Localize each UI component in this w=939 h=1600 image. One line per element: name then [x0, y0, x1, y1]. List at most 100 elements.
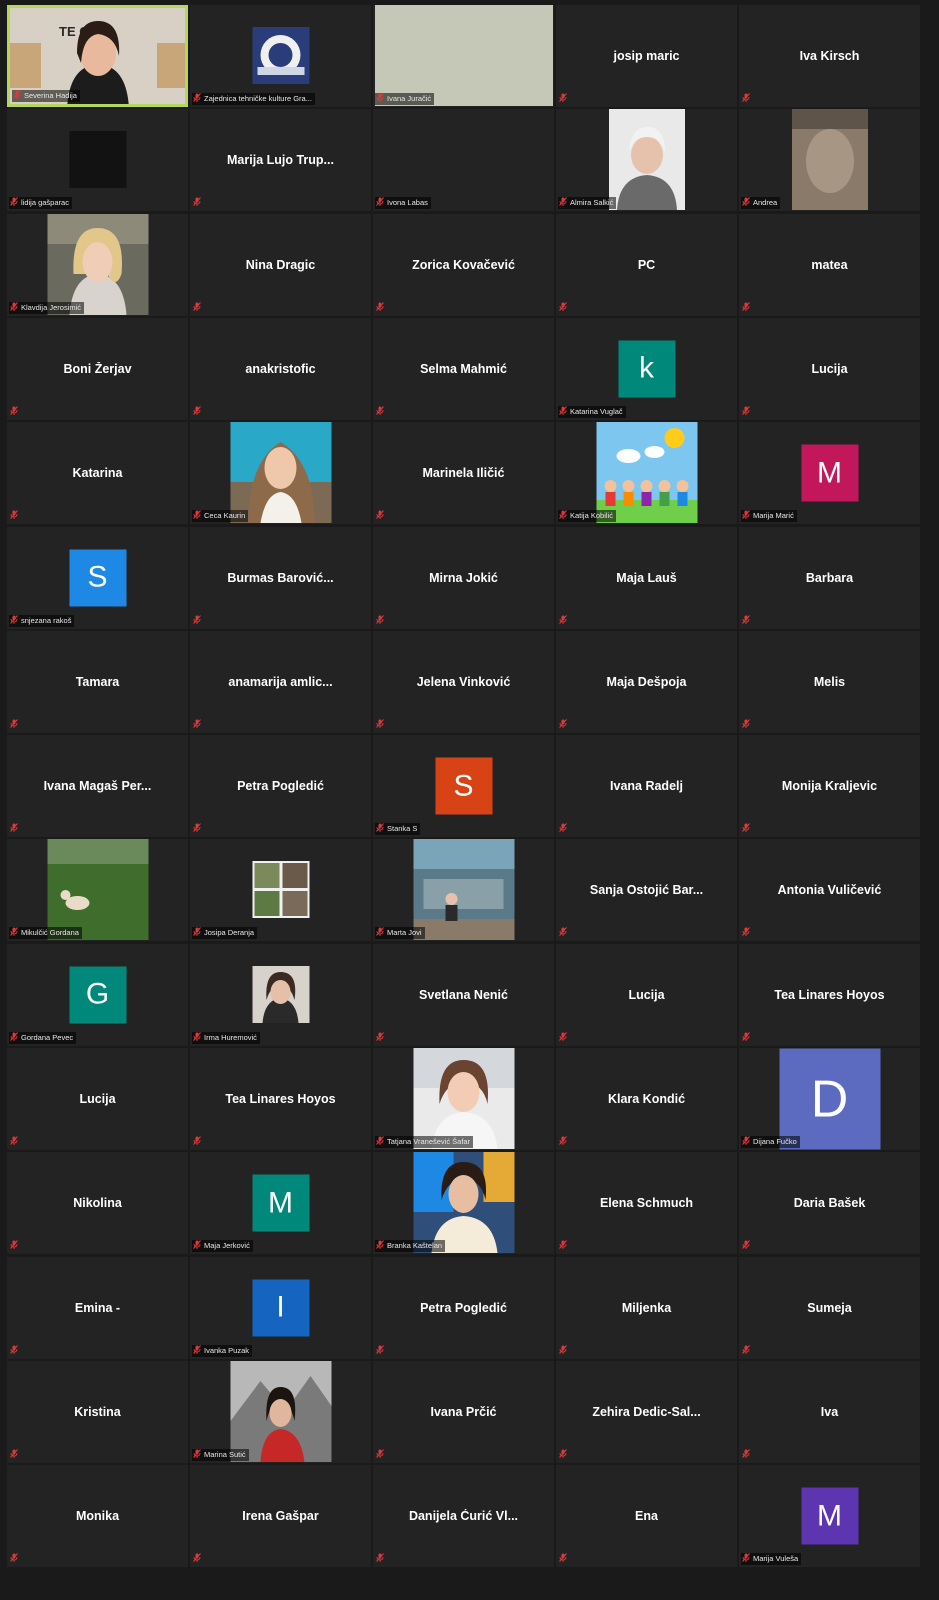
- participant-tile-monika[interactable]: Monika: [7, 1465, 188, 1568]
- name-label: [375, 1344, 387, 1357]
- participant-tile-ivana-juracic[interactable]: Ivana Juračić: [373, 5, 554, 107]
- mic-muted-icon: [10, 406, 18, 418]
- participant-tile-lucija[interactable]: Lucija: [739, 317, 920, 420]
- participant-tile-josipa-deranja[interactable]: Josipa Deranja: [190, 839, 371, 942]
- participant-tile-petra-pogledic[interactable]: Petra Pogledić: [190, 735, 371, 838]
- avatar-initial: S: [435, 757, 492, 815]
- participant-tile-pc[interactable]: PC: [556, 213, 737, 316]
- participant-tile-irma-huremovic[interactable]: Irma Huremović: [190, 943, 371, 1046]
- participant-tile-maja-despoja[interactable]: Maja Dešpoja: [556, 630, 737, 733]
- participant-tile-tea-linares-hoyos[interactable]: Tea Linares Hoyos: [190, 1048, 371, 1150]
- participant-tile-iva[interactable]: Iva: [739, 1360, 920, 1463]
- participant-tile-dijana-fucko[interactable]: D Dijana Fučko: [739, 1048, 920, 1150]
- participant-tile-ivana-radelj[interactable]: Ivana Radelj: [556, 735, 737, 838]
- participant-tile-katija-kobilic[interactable]: Katija Kobilić: [556, 422, 737, 525]
- participant-tile-kristina[interactable]: Kristina: [7, 1360, 188, 1463]
- participant-tile-josip-maric[interactable]: josip maric: [556, 5, 737, 107]
- participant-tile-branka-kastelan[interactable]: Branka Kaštelan: [373, 1152, 554, 1255]
- participant-tile-zehira-dedic-sal[interactable]: Zehira Dedic-Sal...: [556, 1360, 737, 1463]
- participant-tile-tea-linares-hoyos[interactable]: Tea Linares Hoyos: [739, 943, 920, 1046]
- participant-tile-gordana-pevec[interactable]: G Gordana Pevec: [7, 943, 188, 1046]
- participant-tile-nina-dragic[interactable]: Nina Dragic: [190, 213, 371, 316]
- participant-tile-petra-pogledic[interactable]: Petra Pogledić: [373, 1256, 554, 1359]
- name-label: Josipa Deranja: [192, 927, 258, 940]
- participant-tile-selma-mahmic[interactable]: Selma Mahmić: [373, 317, 554, 420]
- name-label-text: Maja Jerković: [204, 1241, 250, 1251]
- video-feed: [252, 861, 309, 919]
- participant-tile-almira-salkic[interactable]: Almira Salkić: [556, 109, 737, 212]
- mic-muted-icon: [10, 718, 18, 731]
- participant-tile-ceca-kaurin[interactable]: Ceca Kaurin: [190, 422, 371, 525]
- participant-tile-klara-kondic[interactable]: Klara Kondić: [556, 1048, 737, 1150]
- participant-tile-marija-lujo-trup[interactable]: Marija Lujo Trup...: [190, 109, 371, 212]
- participant-name: Monija Kraljevic: [781, 779, 878, 794]
- participant-tile-tatjana-vranesevic-safar[interactable]: Tatjana Vranešević Šafar: [373, 1048, 554, 1150]
- participant-tile-ena[interactable]: Ena: [556, 1465, 737, 1568]
- participant-tile-elena-schmuch[interactable]: Elena Schmuch: [556, 1152, 737, 1255]
- name-label: [192, 718, 204, 731]
- participant-tile-snjezana-rakos[interactable]: Ssnjezana rakoš: [7, 526, 188, 629]
- participant-tile-svetlana-nenic[interactable]: Svetlana Nenić: [373, 943, 554, 1046]
- participant-tile-burmas-barovic[interactable]: Burmas Barović...: [190, 526, 371, 629]
- participant-tile-jelena-vinkovic[interactable]: Jelena Vinković: [373, 630, 554, 733]
- participant-name: Emina -: [74, 1300, 121, 1315]
- participant-tile-tamara[interactable]: Tamara: [7, 630, 188, 733]
- participant-tile-ivona-labas[interactable]: Ivona Labas: [373, 109, 554, 212]
- participant-name: Tamara: [75, 674, 120, 689]
- participant-tile-boni-zerjav[interactable]: Boni Žerjav: [7, 317, 188, 420]
- participant-tile-maja-jerkovic[interactable]: M Maja Jerković: [190, 1152, 371, 1255]
- participant-tile-melis[interactable]: Melis: [739, 630, 920, 733]
- participant-tile-marija-maric[interactable]: M Marija Marić: [739, 422, 920, 525]
- participant-tile-mikulcic-gordana[interactable]: Mikulčić Gordana: [7, 839, 188, 942]
- mic-muted-icon: [559, 927, 567, 939]
- participant-tile-lidija-gasparac[interactable]: lidija gašparac: [7, 109, 188, 212]
- mic-muted-icon: [742, 1553, 750, 1565]
- participant-tile-zajednica-tehnicke-kulture-gra[interactable]: Zajednica tehničke kulture Gra...: [190, 5, 371, 107]
- participant-tile-marija-vulesa[interactable]: M Marija Vuleša: [739, 1465, 920, 1568]
- participant-tile-andrea[interactable]: Andrea: [739, 109, 920, 212]
- participant-tile-marinela-ilicic[interactable]: Marinela Iličić: [373, 422, 554, 525]
- participant-tile-marina-sutic[interactable]: Marina Sutić: [190, 1360, 371, 1463]
- participant-tile-sumeja[interactable]: Sumeja: [739, 1256, 920, 1359]
- participant-tile-nikolina[interactable]: Nikolina: [7, 1152, 188, 1255]
- participant-tile-anakristofic[interactable]: anakristofic: [190, 317, 371, 420]
- participant-tile-iva-kirsch[interactable]: Iva Kirsch: [739, 5, 920, 107]
- participant-tile-stanka-s[interactable]: S Stanka S: [373, 735, 554, 838]
- participant-tile-lucija[interactable]: Lucija: [7, 1048, 188, 1150]
- participant-tile-katarina[interactable]: Katarina: [7, 422, 188, 525]
- participant-tile-matea[interactable]: matea: [739, 213, 920, 316]
- participant-tile-danijela-curic-vl[interactable]: Danijela Ćurić Vl...: [373, 1465, 554, 1568]
- name-label-text: Ivana Juračić: [387, 94, 432, 103]
- participant-tile-severina-hadija[interactable]: TE OGYSeverina Hadija: [7, 5, 188, 107]
- participant-tile-marta-jovi[interactable]: Marta Jovi: [373, 839, 554, 942]
- participant-tile-ivana-prcic[interactable]: Ivana Prčić: [373, 1360, 554, 1463]
- participant-tile-monija-kraljevic[interactable]: Monija Kraljevic: [739, 735, 920, 838]
- mic-muted-icon: [10, 1553, 18, 1565]
- participant-name: Elena Schmuch: [599, 1196, 694, 1211]
- name-label-text: Katija Kobilić: [570, 511, 613, 521]
- participant-tile-emina[interactable]: Emina -: [7, 1256, 188, 1359]
- video-feed: [374, 5, 553, 106]
- participant-tile-maja-laus[interactable]: Maja Lauš: [556, 526, 737, 629]
- mic-muted-icon: [193, 301, 201, 314]
- participant-tile-katarina-vuglac[interactable]: k Katarina Vuglač: [556, 317, 737, 420]
- participant-tile-irena-gaspar[interactable]: Irena Gašpar: [190, 1465, 371, 1568]
- participant-tile-anamarija-amlic[interactable]: anamarija amlic...: [190, 630, 371, 733]
- participant-tile-antonia-vulicevic[interactable]: Antonia Vuličević: [739, 839, 920, 942]
- mic-muted-icon: [742, 718, 750, 731]
- participant-tile-daria-basek[interactable]: Daria Bašek: [739, 1152, 920, 1255]
- participant-tile-barbara[interactable]: Barbara: [739, 526, 920, 629]
- participant-tile-ivanka-puzak[interactable]: I Ivanka Puzak: [190, 1256, 371, 1359]
- participant-tile-mirna-jokic[interactable]: Mirna Jokić: [373, 526, 554, 629]
- participant-tile-ivana-magas-per[interactable]: Ivana Magaš Per...: [7, 735, 188, 838]
- name-label: [558, 927, 570, 939]
- participant-tile-lucija[interactable]: Lucija: [556, 943, 737, 1046]
- participant-tile-sanja-ostojic-bar[interactable]: Sanja Ostojić Bar...: [556, 839, 737, 942]
- participant-tile-klavdija-jerosimic[interactable]: Klavdija Jerosimić: [7, 213, 188, 316]
- name-label: [9, 1553, 21, 1565]
- participant-tile-zorica-kovacevic[interactable]: Zorica Kovačević: [373, 213, 554, 316]
- participant-tile-miljenka[interactable]: Miljenka: [556, 1256, 737, 1359]
- name-label: [558, 301, 570, 314]
- participant-name: Sanja Ostojić Bar...: [589, 883, 704, 898]
- name-label: [375, 1449, 387, 1461]
